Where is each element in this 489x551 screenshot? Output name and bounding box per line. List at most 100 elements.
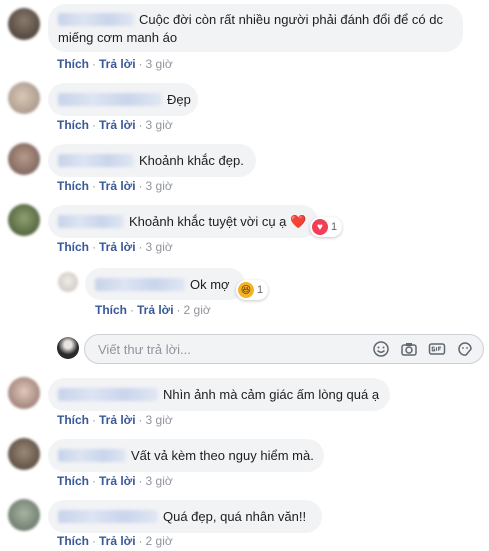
comment-text: Khoảnh khắc đẹp.	[139, 153, 244, 168]
timestamp[interactable]: 3 giờ	[146, 118, 173, 132]
gif-icon[interactable]	[428, 340, 446, 358]
love-icon: ♥	[312, 219, 328, 235]
reply-text: Ok mợ	[190, 276, 230, 292]
commenter-name[interactable]	[58, 388, 158, 401]
like-link[interactable]: Thích	[57, 240, 89, 254]
comment-text: Quá đẹp, quá nhân văn!!	[163, 509, 307, 524]
reply-input-container[interactable]	[84, 334, 484, 364]
comment-bubble: Nhìn ảnh mà cảm giác ấm lòng quá ạ	[48, 378, 390, 411]
comment-content: Khoảnh khắc đẹp.	[58, 144, 244, 177]
separator: ·	[130, 303, 134, 317]
like-link[interactable]: Thích	[57, 118, 89, 132]
commenter-name[interactable]	[58, 215, 124, 228]
timestamp[interactable]: 3 giờ	[146, 179, 173, 193]
comment-actions: Thích · Trả lời · 3 giờ	[57, 118, 173, 132]
commenter-name[interactable]	[58, 13, 134, 27]
separator: ·	[92, 179, 96, 193]
commenter-avatar[interactable]	[8, 438, 40, 470]
timestamp[interactable]: 2 giờ	[184, 303, 211, 317]
comment-content: Khoảnh khắc tuyệt vời cụ ạ ❤️	[58, 205, 306, 238]
like-link[interactable]: Thích	[57, 474, 89, 488]
comment-actions: Thích · Trả lời · 3 giờ	[57, 474, 173, 488]
comment-actions: Thích · Trả lời · 3 giờ	[57, 179, 173, 193]
like-link[interactable]: Thích	[57, 534, 89, 548]
comment-bubble: Khoảnh khắc đẹp.	[48, 144, 256, 177]
separator: ·	[138, 474, 143, 488]
commenter-avatar[interactable]	[8, 143, 40, 175]
comment-bubble: Khoảnh khắc tuyệt vời cụ ạ ❤️	[48, 205, 318, 238]
comment-bubble: Đẹp	[48, 83, 198, 116]
haha-icon: 😆	[238, 282, 254, 298]
reply-author-name[interactable]	[95, 277, 185, 291]
separator: ·	[92, 534, 96, 548]
timestamp[interactable]: 3 giờ	[146, 474, 173, 488]
reaction-count: 1	[257, 284, 264, 296]
comment-text: Đẹp	[167, 92, 191, 107]
timestamp[interactable]: 3 giờ	[146, 413, 173, 427]
comment-text: Vất vả kèm theo nguy hiểm mà.	[131, 448, 314, 463]
camera-icon[interactable]	[400, 340, 418, 358]
separator: ·	[92, 118, 96, 132]
comment-content: Quá đẹp, quá nhân văn!!	[58, 500, 306, 533]
separator: ·	[92, 413, 96, 427]
commenter-avatar[interactable]	[8, 499, 40, 531]
emoji-icon[interactable]	[372, 340, 390, 358]
comment-actions: Thích · Trả lời · 3 giờ	[57, 413, 173, 427]
comment-text: miếng cơm manh áo	[58, 30, 178, 45]
reply-content: Ok mợ	[95, 268, 230, 300]
reply-avatar[interactable]	[58, 272, 78, 292]
separator: ·	[92, 57, 96, 71]
reply-link[interactable]: Trả lời	[137, 303, 174, 317]
reply-link[interactable]: Trả lời	[99, 474, 136, 488]
separator: ·	[138, 179, 143, 193]
timestamp[interactable]: 3 giờ	[146, 240, 173, 254]
comment-bubble: Cuộc đời còn rất nhiều người phải đánh đ…	[48, 4, 463, 52]
reaction-count: 1	[331, 221, 338, 233]
commenter-avatar[interactable]	[8, 204, 40, 236]
reply-bubble: Ok mợ	[85, 268, 245, 300]
commenter-avatar[interactable]	[8, 8, 40, 40]
commenter-name[interactable]	[58, 93, 162, 106]
commenter-name[interactable]	[58, 154, 134, 167]
reply-link[interactable]: Trả lời	[99, 534, 136, 548]
comment-text: Cuộc đời còn rất nhiều người phải đánh đ…	[139, 12, 444, 27]
like-link[interactable]: Thích	[57, 57, 89, 71]
comment-content: Đẹp	[58, 83, 191, 116]
current-user-avatar	[57, 337, 79, 359]
commenter-name[interactable]	[58, 510, 158, 523]
timestamp[interactable]: 2 giờ	[146, 534, 173, 548]
reply-link[interactable]: Trả lời	[99, 413, 136, 427]
comment-actions: Thích · Trả lời · 3 giờ	[57, 240, 173, 254]
comment-content: Nhìn ảnh mà cảm giác ấm lòng quá ạ	[58, 378, 379, 411]
commenter-avatar[interactable]	[8, 377, 40, 409]
reply-input[interactable]	[96, 341, 360, 358]
separator: ·	[138, 57, 143, 71]
separator: ·	[176, 303, 181, 317]
like-link[interactable]: Thích	[57, 413, 89, 427]
comment-actions: Thích · Trả lời · 2 giờ	[57, 534, 173, 548]
like-link[interactable]: Thích	[95, 303, 127, 317]
reply-link[interactable]: Trả lời	[99, 179, 136, 193]
comment-text: Khoảnh khắc tuyệt vời cụ ạ ❤️	[129, 214, 307, 229]
commenter-name[interactable]	[58, 449, 126, 462]
comment-content: Vất vả kèm theo nguy hiểm mà.	[58, 439, 314, 472]
reaction-badge[interactable]: ♥ 1	[310, 217, 343, 237]
reply-link[interactable]: Trả lời	[99, 118, 136, 132]
comment-bubble: Quá đẹp, quá nhân văn!!	[48, 500, 322, 533]
reply-link[interactable]: Trả lời	[99, 57, 136, 71]
separator: ·	[92, 474, 96, 488]
separator: ·	[138, 240, 143, 254]
timestamp[interactable]: 3 giờ	[146, 57, 173, 71]
separator: ·	[92, 240, 96, 254]
comment-content: Cuộc đời còn rất nhiều người phải đánh đ…	[58, 11, 443, 47]
sticker-icon[interactable]	[456, 340, 474, 358]
separator: ·	[138, 534, 143, 548]
comment-actions: Thích · Trả lời · 3 giờ	[57, 57, 173, 71]
like-link[interactable]: Thích	[57, 179, 89, 193]
commenter-avatar[interactable]	[8, 82, 40, 114]
reply-link[interactable]: Trả lời	[99, 240, 136, 254]
comment-text: Nhìn ảnh mà cảm giác ấm lòng quá ạ	[163, 387, 380, 402]
comment-bubble: Vất vả kèm theo nguy hiểm mà.	[48, 439, 324, 472]
reply-actions: Thích · Trả lời · 2 giờ	[95, 303, 211, 317]
reaction-badge[interactable]: 😆 1	[236, 280, 269, 300]
